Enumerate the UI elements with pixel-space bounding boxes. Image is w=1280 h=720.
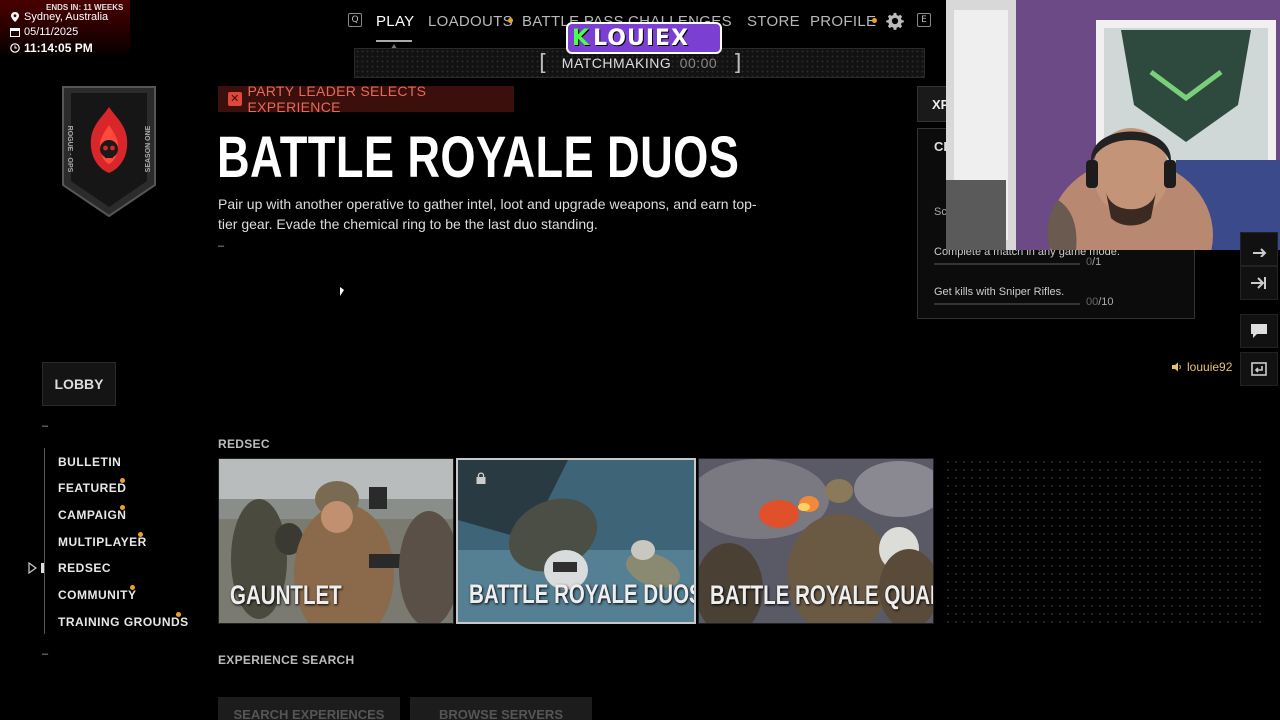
mode-card-title: GAUNTLET <box>230 580 342 610</box>
streamer-logo: K LOUIEX <box>566 22 722 54</box>
multiplayer-notification-dot <box>138 532 143 537</box>
challenge-item[interactable]: Get kills with Sniper Rifles. 00/10 <box>934 286 1184 308</box>
nav-left-key-hint[interactable]: Q <box>348 13 362 27</box>
profile-notification-dot <box>872 18 877 23</box>
lock-icon <box>476 472 486 484</box>
sidebar-item-community[interactable]: COMMUNITY <box>58 588 137 602</box>
close-x-icon: ✕ <box>228 92 242 106</box>
menu-dash-bottom: – <box>42 648 49 660</box>
sidebar-item-multiplayer[interactable]: MULTIPLAYER <box>58 535 147 549</box>
empty-card-slot <box>944 458 1262 624</box>
arrow-right-icon <box>1251 277 1266 289</box>
gear-icon[interactable] <box>886 12 904 30</box>
webcam-feed-image <box>946 0 1280 250</box>
challenge-progress-text: 0/1 <box>1086 256 1102 268</box>
nav-tab-play[interactable]: PLAY <box>376 13 414 30</box>
play-arrow-icon <box>28 562 44 574</box>
sidebar-item-featured[interactable]: FEATURED <box>58 481 126 495</box>
description-dash: – <box>218 240 225 252</box>
sidebar-item-campaign[interactable]: CAMPAIGN <box>58 508 126 522</box>
active-tab-underline <box>376 40 412 42</box>
share-icon <box>1253 248 1267 257</box>
top-navigation: Q PLAY LOADOUTS BATTLE PASS CHALLENGES S… <box>0 0 946 44</box>
badge-text-right: SEASON ONE <box>145 125 152 172</box>
challenges-sub: Sc <box>934 206 947 218</box>
bracket-right-icon: ] <box>733 51 742 76</box>
side-icon-button[interactable] <box>1240 266 1278 300</box>
badge-text-left: ROGUE · OPS <box>66 126 73 173</box>
matchmaking-status: MATCHMAKING 00:00 <box>355 55 924 71</box>
exit-button[interactable] <box>1240 352 1278 386</box>
campaign-notification-dot <box>120 505 125 510</box>
section-label-redsec: REDSEC <box>218 437 270 451</box>
side-icon-button[interactable] <box>1240 232 1278 266</box>
matchmaking-label: MATCHMAKING <box>561 55 672 71</box>
party-member-name: louuie92 <box>1187 360 1233 374</box>
mode-card-title: BATTLE ROYALE DUOS <box>469 579 696 609</box>
mode-card-title: BATTLE ROYALE QUADS <box>710 580 934 610</box>
browse-servers-button[interactable]: BROWSE SERVERS <box>410 697 592 720</box>
mode-title: BATTLE ROYALE DUOS <box>217 125 740 190</box>
season-badge-icon: ROGUE · OPS SEASON ONE <box>62 86 156 218</box>
xp-tab[interactable]: XP <box>917 86 949 122</box>
chat-button[interactable] <box>1240 314 1278 348</box>
mode-description: Pair up with another operative to gather… <box>218 196 757 232</box>
challenge-progress-track <box>934 303 1080 305</box>
community-notification-dot <box>130 585 135 590</box>
return-icon <box>1251 362 1267 376</box>
search-experiences-button[interactable]: SEARCH EXPERIENCES <box>218 697 400 720</box>
party-member-tag[interactable]: louuie92 <box>1172 360 1232 374</box>
sidebar-item-bulletin[interactable]: BULLETIN <box>58 455 121 469</box>
mouse-cursor-icon <box>340 287 344 296</box>
challenge-progress-text: 00/10 <box>1086 296 1114 308</box>
challenge-progress-track <box>934 263 1080 265</box>
party-leader-notice: ✕ PARTY LEADER SELECTS EXPERIENCE <box>218 83 514 115</box>
nav-tab-store[interactable]: STORE <box>747 13 800 30</box>
loadouts-notification-dot <box>508 18 513 23</box>
mode-card-battle-royale-duos[interactable]: BATTLE ROYALE DUOS <box>456 458 696 624</box>
menu-divider-line <box>44 448 45 634</box>
party-leader-notice-text: PARTY LEADER SELECTS EXPERIENCE <box>247 83 427 115</box>
speaker-icon <box>1172 362 1181 372</box>
matchmaking-timer: 00:00 <box>679 55 718 71</box>
mode-card-gauntlet[interactable]: GAUNTLET <box>218 458 454 624</box>
featured-notification-dot <box>120 478 125 483</box>
webcam-overlay <box>946 0 1280 250</box>
sidebar-item-training-grounds[interactable]: TRAINING GROUNDS <box>58 615 189 629</box>
nav-tab-loadouts[interactable]: LOADOUTS <box>428 13 513 30</box>
nav-tab-profile[interactable]: PROFILE <box>810 13 876 30</box>
nav-right-key-hint[interactable]: E <box>917 13 931 27</box>
streamer-logo-initial: K <box>572 25 590 51</box>
menu-dash-top: – <box>42 420 49 432</box>
sidebar-item-redsec[interactable]: REDSEC <box>58 561 111 575</box>
chat-icon <box>1251 324 1267 338</box>
clock-icon <box>10 43 20 53</box>
streamer-logo-name: LOUIEX <box>593 25 690 51</box>
section-label-experience-search: EXPERIENCE SEARCH <box>218 653 355 667</box>
challenge-label: Get kills with Sniper Rifles. <box>934 286 1065 298</box>
mode-card-battle-royale-quads[interactable]: BATTLE ROYALE QUADS <box>698 458 934 624</box>
training-grounds-notification-dot <box>176 612 181 617</box>
lobby-button[interactable]: LOBBY <box>42 362 116 406</box>
